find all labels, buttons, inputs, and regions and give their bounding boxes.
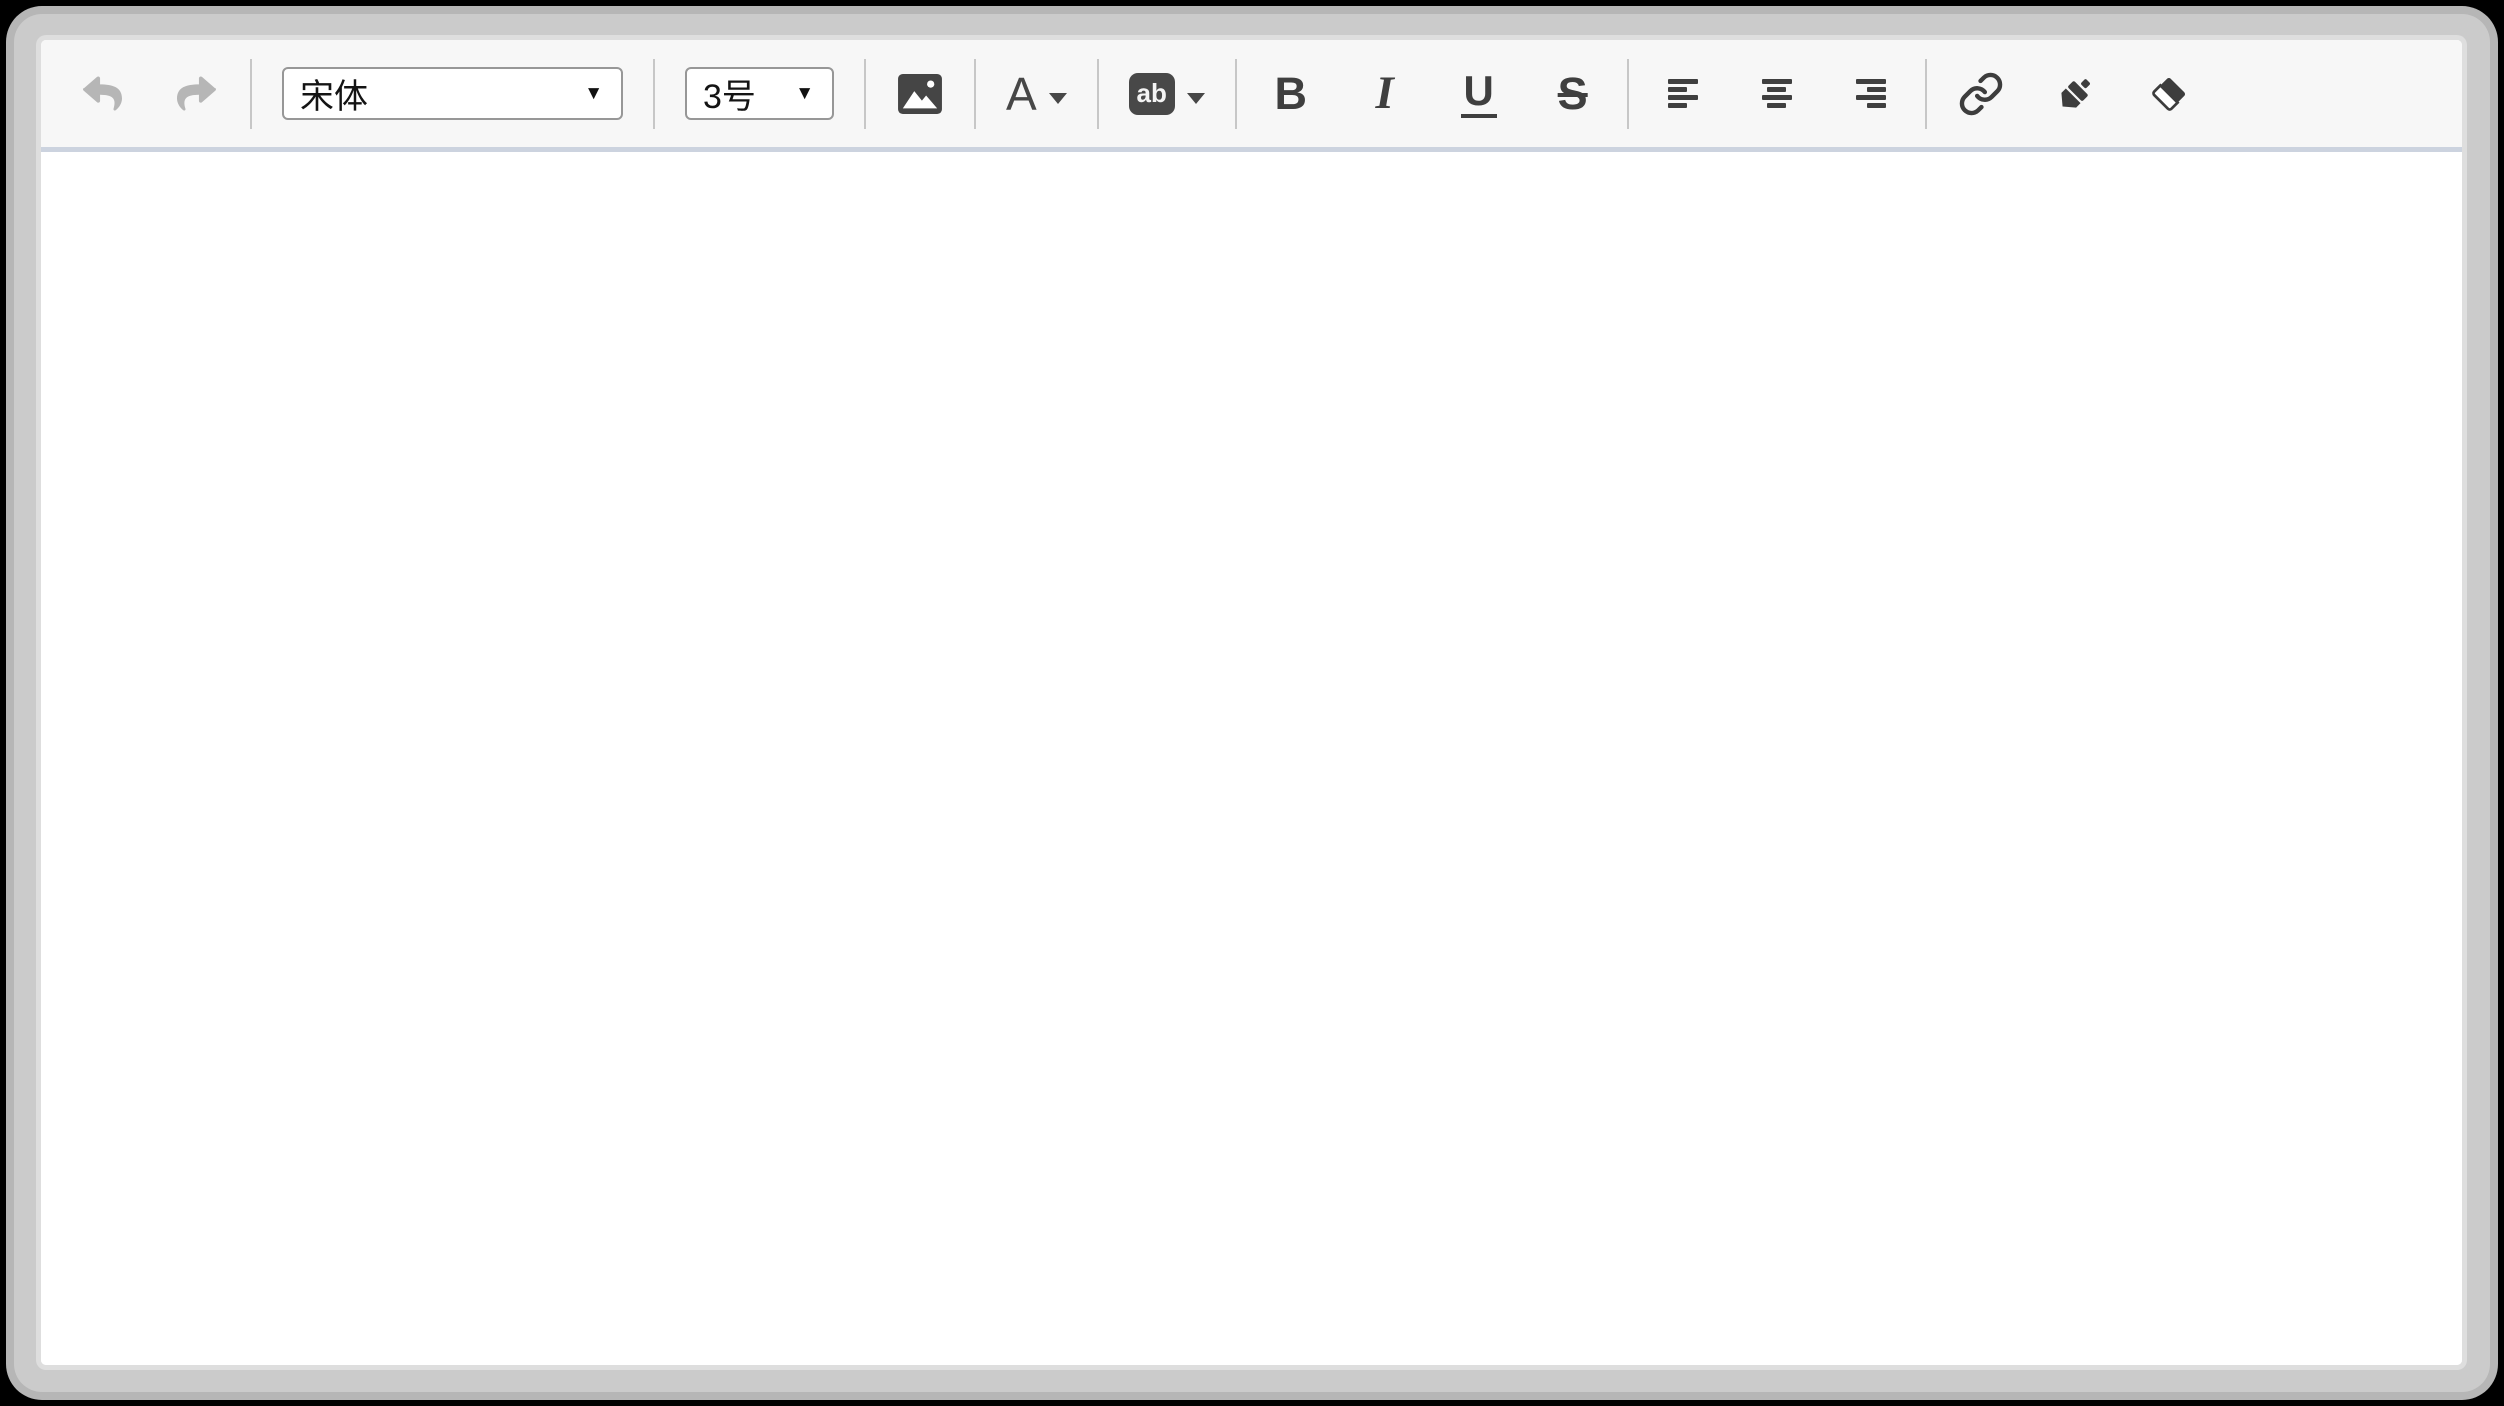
align-left-button[interactable]: [1659, 62, 1707, 126]
format-brush-icon: [2051, 70, 2099, 118]
undo-button[interactable]: [78, 62, 126, 126]
bold-icon: B: [1274, 71, 1307, 116]
highlight-button[interactable]: ab: [1129, 62, 1205, 126]
font-family-value: 宋体: [300, 69, 368, 118]
link-icon: [1958, 71, 2004, 117]
window-frame: 宋体 ▼ 3号 ▼: [6, 6, 2498, 1400]
italic-icon: I: [1376, 70, 1394, 117]
chevron-down-icon: ▼: [795, 84, 814, 103]
font-size-select[interactable]: 3号 ▼: [685, 67, 834, 120]
toolbar: 宋体 ▼ 3号 ▼: [41, 40, 2462, 152]
toolbar-divider: [974, 59, 976, 129]
align-right-button[interactable]: [1847, 62, 1895, 126]
toolbar-divider: [864, 59, 866, 129]
italic-button[interactable]: I: [1361, 62, 1409, 126]
image-icon: [897, 73, 943, 115]
caret-down-icon: [1187, 93, 1205, 104]
screen: 宋体 ▼ 3号 ▼: [0, 0, 2504, 1406]
bold-button[interactable]: B: [1267, 62, 1315, 126]
toolbar-divider: [1925, 59, 1927, 129]
chevron-down-icon: ▼: [584, 84, 603, 103]
redo-button[interactable]: [172, 62, 220, 126]
format-painter-button[interactable]: [2051, 62, 2099, 126]
underline-button[interactable]: U: [1455, 62, 1503, 126]
toolbar-divider: [1235, 59, 1237, 129]
window-frame-inner: 宋体 ▼ 3号 ▼: [14, 14, 2490, 1392]
insert-image-button[interactable]: [896, 62, 944, 126]
clear-format-button[interactable]: [2145, 62, 2193, 126]
align-right-icon: [1856, 79, 1886, 108]
font-color-button[interactable]: A: [1006, 62, 1067, 126]
toolbar-divider: [653, 59, 655, 129]
caret-down-icon: [1049, 93, 1067, 104]
align-left-icon: [1668, 79, 1698, 108]
strikethrough-icon: S: [1558, 71, 1588, 116]
rich-text-editor: 宋体 ▼ 3号 ▼: [41, 40, 2462, 1365]
eraser-icon: [2145, 70, 2193, 118]
font-color-label: A: [1006, 71, 1037, 117]
font-size-value: 3号: [703, 69, 756, 118]
highlight-badge: ab: [1129, 73, 1175, 115]
align-center-icon: [1762, 79, 1792, 108]
font-family-select[interactable]: 宋体 ▼: [282, 67, 623, 120]
strikethrough-button[interactable]: S: [1549, 62, 1597, 126]
align-center-button[interactable]: [1753, 62, 1801, 126]
undo-icon: [80, 74, 125, 113]
toolbar-divider: [1627, 59, 1629, 129]
underline-icon: U: [1461, 70, 1497, 118]
redo-icon: [174, 74, 219, 113]
link-button[interactable]: [1957, 62, 2005, 126]
toolbar-divider: [1097, 59, 1099, 129]
editor-content-area[interactable]: [41, 157, 2462, 1365]
toolbar-divider: [250, 59, 252, 129]
